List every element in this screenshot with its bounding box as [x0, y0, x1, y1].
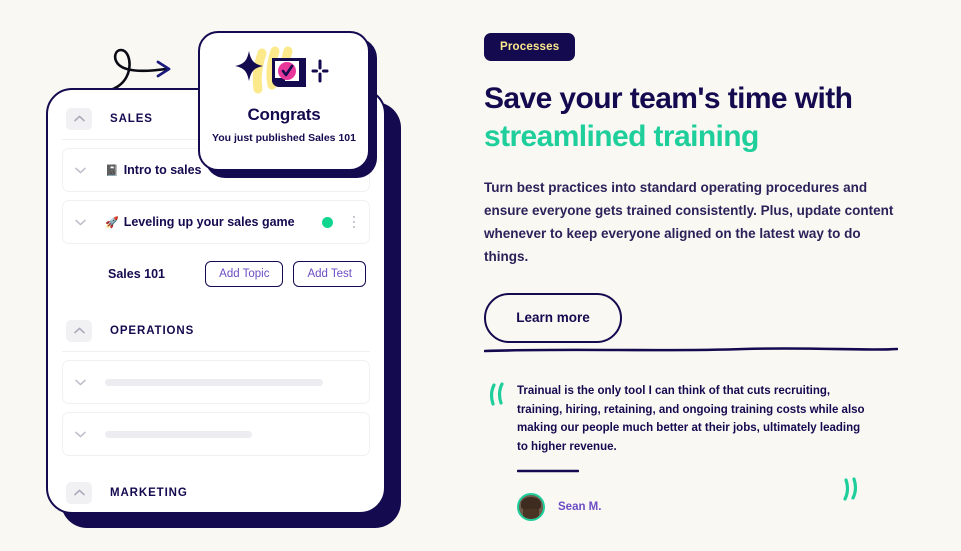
- page-title: Save your team's time with streamlined t…: [484, 80, 924, 157]
- list-item-leveling-up-your-sales-game[interactable]: 🚀 Leveling up your sales game: [62, 200, 370, 244]
- section-title: MARKETING: [110, 486, 188, 499]
- chevron-up-icon[interactable]: [66, 481, 92, 504]
- congrats-subtitle: You just published Sales 101: [212, 132, 356, 144]
- add-test-button[interactable]: Add Test: [293, 261, 366, 287]
- section-divider: [484, 347, 898, 353]
- notebook-emoji-icon: 📓: [105, 164, 119, 177]
- testimonial-author: Sean M.: [558, 500, 602, 513]
- section-title: SALES: [110, 112, 153, 125]
- testimonial: Trainual is the only tool I can think of…: [484, 382, 914, 521]
- skeleton-bar: [105, 430, 252, 438]
- rocket-emoji-icon: 🚀: [105, 216, 119, 229]
- add-topic-button[interactable]: Add Topic: [205, 261, 284, 287]
- status-badge-published: [322, 216, 333, 228]
- chevron-up-icon[interactable]: [66, 319, 92, 342]
- learn-more-button[interactable]: Learn more: [484, 292, 622, 343]
- quote-close-icon: [843, 477, 857, 501]
- quote-open-icon: [490, 382, 504, 406]
- congrats-title: Congrats: [247, 105, 321, 124]
- congrats-toast: Congrats You just published Sales 101: [198, 31, 370, 171]
- chevron-down-icon[interactable]: [67, 371, 93, 393]
- content-column: Processes Save your team's time with str…: [484, 0, 924, 551]
- sub-item-sales-101: Sales 101 Add Topic Add Test: [108, 254, 366, 294]
- testimonial-quote: Trainual is the only tool I can think of…: [517, 385, 865, 453]
- chevron-down-icon[interactable]: [67, 211, 93, 233]
- sub-item-label: Sales 101: [108, 267, 165, 281]
- section-header-operations[interactable]: OPERATIONS: [62, 310, 370, 352]
- more-options-icon[interactable]: [347, 215, 361, 229]
- body-copy: Turn best practices into standard operat…: [484, 179, 894, 265]
- chevron-down-icon[interactable]: [67, 423, 93, 445]
- app-mockup-illustration: SALES 📓 Intro to sales 🚀 Leveling up you…: [0, 0, 470, 551]
- chevron-down-icon[interactable]: [67, 159, 93, 181]
- avatar-beard: [523, 509, 539, 519]
- headline-line-2: streamlined training: [484, 120, 759, 154]
- status-badge: Processes: [484, 33, 576, 61]
- published-document-sparkle-icon: [235, 46, 329, 94]
- list-item-label: Intro to sales: [123, 163, 202, 177]
- chevron-up-icon[interactable]: [66, 107, 92, 130]
- testimonial-divider: [516, 469, 580, 472]
- section-header-marketing[interactable]: MARKETING: [62, 472, 370, 512]
- headline-line-1: Save your team's time with: [484, 82, 853, 115]
- list-item-placeholder[interactable]: [62, 360, 370, 404]
- list-item-placeholder[interactable]: [62, 412, 370, 456]
- list-item-label: Leveling up your sales game: [123, 215, 295, 229]
- section-title: OPERATIONS: [110, 324, 195, 337]
- page-root: SALES 📓 Intro to sales 🚀 Leveling up you…: [0, 0, 961, 551]
- skeleton-bar: [105, 378, 323, 386]
- avatar: [517, 492, 545, 521]
